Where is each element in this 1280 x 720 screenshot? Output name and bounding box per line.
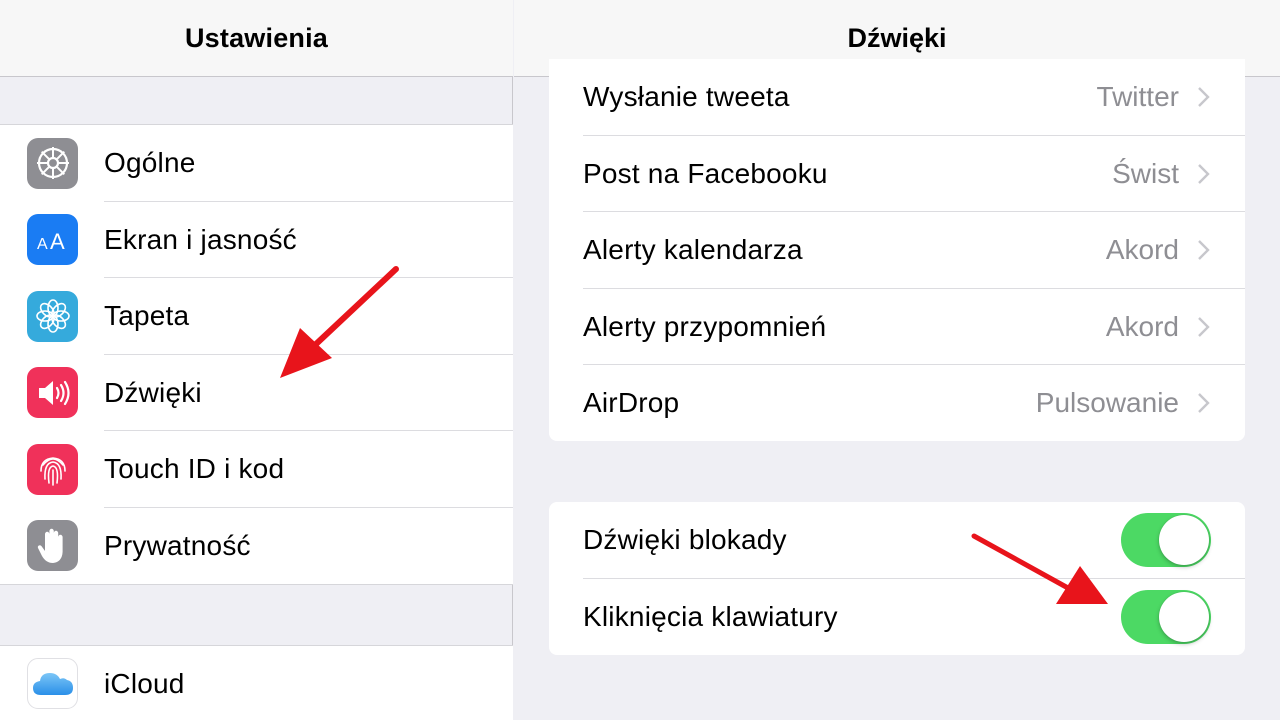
sidebar-item-touch-id[interactable]: Touch ID i kod (0, 431, 513, 508)
keyboard-clicks-switch[interactable] (1121, 589, 1211, 644)
sounds-detail: Dźwięki Wysłanie tweeta Twitter Post na … (514, 0, 1280, 720)
chevron-right-icon (1198, 163, 1210, 184)
sidebar-item-label: Ogólne (104, 147, 196, 179)
sidebar-item-label: Tapeta (104, 300, 190, 332)
sidebar-item-wallpaper[interactable]: Tapeta (0, 278, 513, 355)
toggle-row-lock-sounds: Dźwięki blokady (549, 502, 1245, 579)
row-label: Dźwięki blokady (583, 524, 787, 556)
settings-sidebar: Ustawienia Ogólne A A Ekran i jasność Ta… (0, 0, 513, 720)
hand-icon (27, 520, 78, 572)
sidebar-group: Ogólne A A Ekran i jasność Tapeta Dźwięk… (0, 124, 513, 585)
row-label: Wysłanie tweeta (583, 81, 790, 113)
svg-text:A: A (50, 229, 65, 254)
sidebar-item-sounds[interactable]: Dźwięki (0, 355, 513, 431)
sidebar-group-accounts: iCloud (0, 645, 513, 720)
sidebar-item-privacy[interactable]: Prywatność (0, 508, 513, 585)
switch-knob (1159, 591, 1209, 642)
row-label: Alerty kalendarza (583, 234, 803, 266)
switch-knob (1159, 515, 1209, 566)
row-label: Alerty przypomnień (583, 310, 827, 342)
row-label: AirDrop (583, 387, 680, 419)
tone-row-calendar[interactable]: Alerty kalendarza Akord (549, 212, 1245, 289)
lock-sounds-switch[interactable] (1121, 513, 1211, 568)
toggle-row-keyboard-clicks: Kliknięcia klawiatury (549, 579, 1245, 656)
toggles-group: Dźwięki blokady Kliknięcia klawiatury (549, 502, 1245, 655)
speaker-icon (27, 367, 78, 419)
sidebar-item-icloud[interactable]: iCloud (0, 646, 513, 720)
chevron-right-icon (1198, 87, 1210, 108)
flower-icon (27, 290, 78, 342)
row-value: Akord (1105, 310, 1179, 342)
cloud-icon (27, 658, 78, 709)
sidebar-item-label: Prywatność (104, 529, 251, 561)
svg-text:A: A (37, 236, 48, 253)
chevron-right-icon (1198, 393, 1210, 414)
chevron-right-icon (1198, 316, 1210, 337)
row-value: Pulsowanie (1035, 387, 1179, 419)
detail-title: Dźwięki (847, 22, 947, 53)
sidebar-item-label: Ekran i jasność (104, 223, 297, 255)
row-value: Akord (1105, 234, 1179, 266)
row-value: Twitter (1096, 81, 1179, 113)
sidebar-item-general[interactable]: Ogólne (0, 125, 513, 202)
sidebar-item-display[interactable]: A A Ekran i jasność (0, 202, 513, 278)
tone-row-airdrop[interactable]: AirDrop Pulsowanie (549, 365, 1245, 441)
sidebar-item-label: iCloud (104, 668, 185, 699)
chevron-right-icon (1198, 240, 1210, 261)
tones-group: Wysłanie tweeta Twitter Post na Facebook… (549, 59, 1245, 441)
fingerprint-icon (27, 443, 78, 495)
sidebar-title: Ustawienia (184, 22, 329, 53)
tone-row-reminders[interactable]: Alerty przypomnień Akord (549, 289, 1245, 365)
tone-row-tweet[interactable]: Wysłanie tweeta Twitter (549, 59, 1245, 136)
row-value: Świst (1112, 157, 1179, 189)
sidebar-header: Ustawienia (0, 0, 513, 77)
text-size-icon: A A (27, 214, 78, 266)
sidebar-item-label: Touch ID i kod (104, 453, 285, 485)
row-label: Post na Facebooku (583, 157, 828, 189)
gear-icon (27, 137, 78, 189)
tone-row-facebook[interactable]: Post na Facebooku Świst (549, 136, 1245, 212)
sidebar-item-label: Dźwięki (104, 376, 202, 408)
row-label: Kliknięcia klawiatury (583, 600, 838, 632)
